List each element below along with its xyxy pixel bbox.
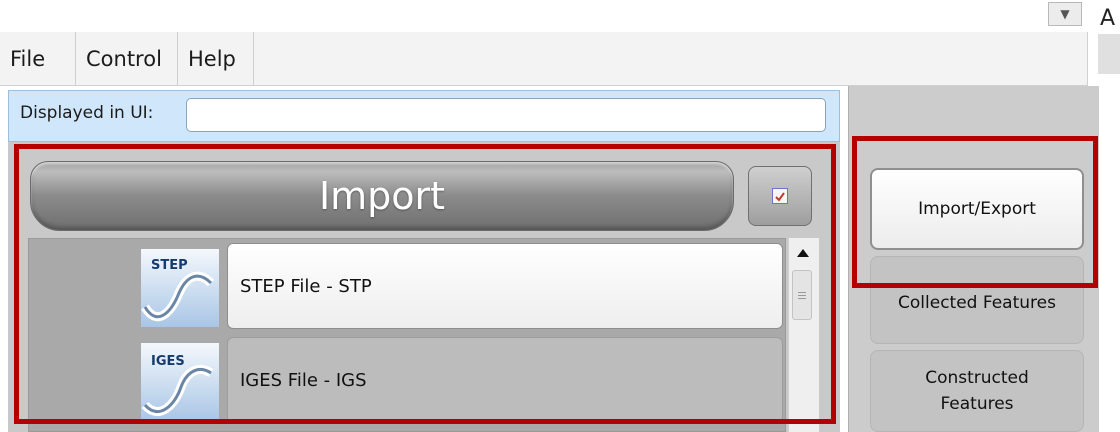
highlight-box-import <box>14 144 836 424</box>
top-combo-dropdown-button[interactable]: ▼ <box>1048 2 1082 26</box>
highlight-box-import-export <box>852 136 1098 288</box>
nav-collected-features-label: Collected Features <box>898 293 1056 313</box>
display-filter-input[interactable] <box>186 98 826 132</box>
nav-constructed-features-label: Constructed Features <box>925 368 1029 414</box>
nav-constructed-features[interactable]: Constructed Features <box>870 350 1084 432</box>
display-filter-label: Displayed in UI: <box>20 103 154 123</box>
top-combo-box[interactable] <box>0 0 1088 33</box>
corner-label: A <box>1100 6 1116 31</box>
menu-control[interactable]: Control <box>76 32 178 86</box>
menu-bar: File Control Help <box>0 32 1088 86</box>
chevron-down-icon: ▼ <box>1060 7 1070 21</box>
menu-file[interactable]: File <box>0 32 76 86</box>
menu-help[interactable]: Help <box>178 32 254 86</box>
right-edge-strip <box>1098 34 1120 74</box>
